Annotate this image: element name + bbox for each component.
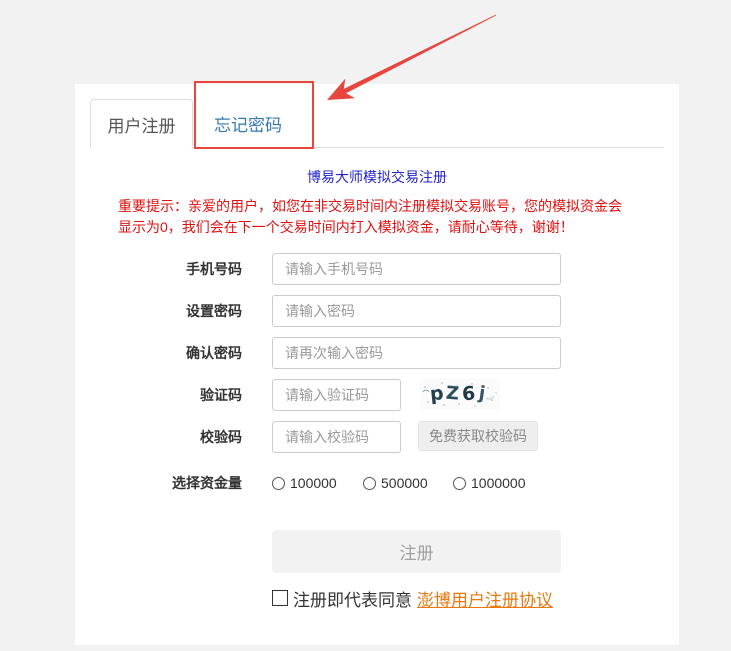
- captcha-char: Z: [445, 383, 460, 405]
- radio-button[interactable]: [272, 476, 285, 490]
- tab-forgot-password[interactable]: 忘记密码: [195, 99, 301, 147]
- fund-option-label: 100000: [290, 475, 337, 491]
- fund-option-label: 1000000: [471, 475, 526, 491]
- tab-bar: 用户注册 忘记密码: [75, 84, 679, 148]
- tab-label: 忘记密码: [214, 115, 282, 135]
- confirm-password-input[interactable]: [272, 337, 561, 369]
- confirm-password-row: 确认密码: [75, 337, 679, 369]
- register-submit-button[interactable]: 注册: [272, 530, 561, 573]
- agreement-text: 注册即代表同意: [293, 590, 412, 610]
- phone-row: 手机号码: [75, 253, 679, 285]
- notice-line: 显示为0，我们会在下一个交易时间内打入模拟资金，请耐心等待，谢谢！: [118, 219, 574, 235]
- notice-line: 重要提示：亲爱的用户，如您在非交易时间内注册模拟交易账号，您的模拟资金会: [118, 198, 622, 214]
- fund-option-1[interactable]: 100000: [272, 467, 337, 499]
- captcha-label: 验证码: [200, 387, 242, 403]
- fund-amount-label: 选择资金量: [172, 475, 242, 491]
- fund-option-2[interactable]: 500000: [363, 467, 428, 499]
- sms-code-row: 校验码 免费获取校验码: [75, 421, 679, 453]
- captcha-input[interactable]: [272, 379, 401, 411]
- important-notice: 重要提示：亲爱的用户，如您在非交易时间内注册模拟交易账号，您的模拟资金会 显示为…: [118, 196, 663, 238]
- radio-button[interactable]: [453, 476, 466, 490]
- password-input[interactable]: [272, 295, 561, 327]
- page: 用户注册 忘记密码 博易大师模拟交易注册 重要提示：亲爱的用户，如您在非交易时间…: [0, 0, 731, 651]
- tab-label: 用户注册: [107, 116, 176, 136]
- fund-option-3[interactable]: 1000000: [453, 467, 526, 499]
- agreement-row: 注册即代表同意 澎博用户注册协议: [272, 586, 553, 611]
- tab-user-register[interactable]: 用户注册: [90, 99, 193, 148]
- fund-option-label: 500000: [381, 475, 428, 491]
- registration-panel: 用户注册 忘记密码 博易大师模拟交易注册 重要提示：亲爱的用户，如您在非交易时间…: [75, 84, 679, 645]
- captcha-image[interactable]: p Z 6 j: [420, 378, 500, 410]
- password-label: 设置密码: [186, 303, 242, 319]
- password-row: 设置密码: [75, 295, 679, 327]
- form-title: 博易大师模拟交易注册: [307, 169, 447, 185]
- phone-input[interactable]: [272, 253, 561, 285]
- agreement-link[interactable]: 澎博用户注册协议: [417, 586, 553, 611]
- radio-button[interactable]: [363, 476, 376, 490]
- get-sms-code-button[interactable]: 免费获取校验码: [418, 421, 538, 451]
- agreement-checkbox[interactable]: [272, 590, 288, 606]
- phone-label: 手机号码: [186, 261, 242, 277]
- sms-code-input[interactable]: [272, 421, 401, 453]
- fund-amount-row: 选择资金量 100000 500000 1000000: [75, 467, 679, 499]
- sms-code-label: 校验码: [200, 429, 242, 445]
- captcha-char: p: [429, 382, 445, 405]
- confirm-password-label: 确认密码: [186, 345, 242, 361]
- captcha-char: 6: [461, 382, 476, 405]
- captcha-row: 验证码 p Z 6: [75, 378, 679, 411]
